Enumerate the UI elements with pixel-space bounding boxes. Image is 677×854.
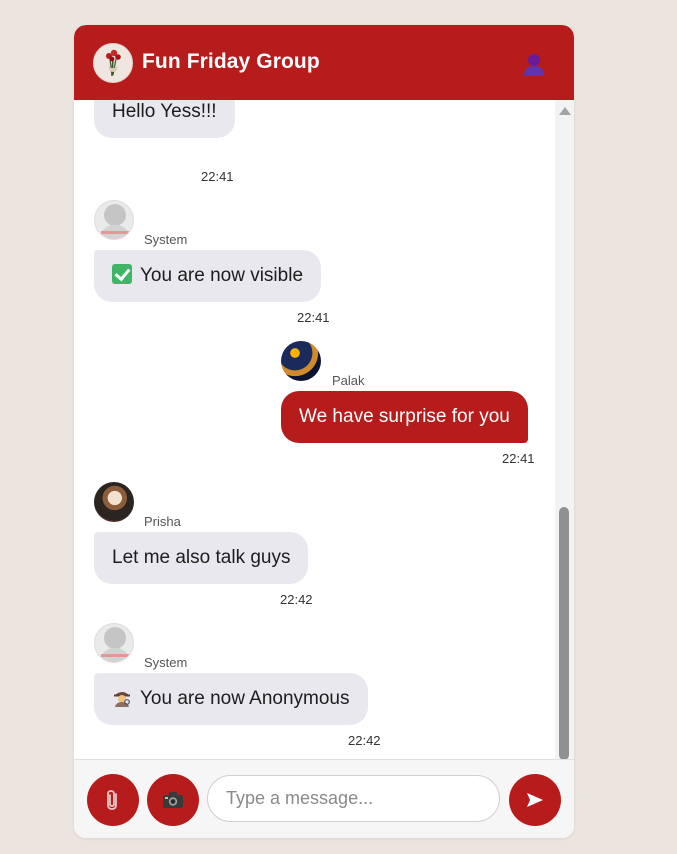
composer-bar: [74, 759, 574, 838]
message-input[interactable]: [207, 775, 500, 822]
message-text: Hello Yess!!!: [112, 101, 217, 122]
group-title: Fun Friday Group: [142, 50, 320, 73]
message-time: 22:42: [348, 733, 381, 748]
message-text: We have surprise for you: [299, 406, 510, 427]
sender-name: System: [144, 232, 188, 247]
message-text: Let me also talk guys: [112, 547, 291, 568]
detective-icon: [112, 676, 132, 707]
group-photo-icon[interactable]: [93, 43, 133, 83]
message-bubble: You are now Anonymous: [94, 673, 368, 725]
message-text: You are now visible: [140, 265, 304, 286]
check-mark-icon: [112, 264, 132, 284]
message-list[interactable]: Hello Yess!!! 22:41 System You are now v…: [74, 100, 574, 784]
chat-window: Fun Friday Group Hello Yess!!! 22:41 Sys…: [74, 25, 574, 838]
message-time: 22:42: [280, 592, 313, 607]
prisha-avatar: [94, 482, 134, 522]
send-icon: [527, 793, 543, 807]
camera-icon: [163, 792, 183, 808]
message-bubble: We have surprise for you: [281, 391, 528, 443]
message-time: 22:41: [502, 451, 535, 466]
sender-name: Prisha: [144, 514, 181, 529]
scroll-thumb[interactable]: [559, 507, 569, 760]
system-avatar: [94, 200, 134, 240]
scroll-up-arrow-icon[interactable]: [559, 107, 571, 115]
message-time: 22:41: [297, 310, 330, 325]
message-bubble: Hello Yess!!!: [94, 100, 235, 138]
chat-header: Fun Friday Group: [74, 25, 574, 100]
sender-name: Palak: [332, 373, 365, 388]
send-button[interactable]: [509, 774, 561, 826]
palak-avatar: [281, 341, 321, 381]
scrollbar[interactable]: [555, 100, 574, 784]
sender-name: System: [144, 655, 188, 670]
paperclip-icon: [107, 790, 117, 810]
user-icon[interactable]: [522, 52, 546, 76]
camera-button[interactable]: [147, 774, 199, 826]
system-avatar: [94, 623, 134, 663]
message-bubble: You are now visible: [94, 250, 322, 302]
message-time: 22:41: [201, 169, 234, 184]
attach-button[interactable]: [87, 774, 139, 826]
message-text: You are now Anonymous: [140, 688, 350, 709]
message-bubble: Let me also talk guys: [94, 532, 309, 584]
